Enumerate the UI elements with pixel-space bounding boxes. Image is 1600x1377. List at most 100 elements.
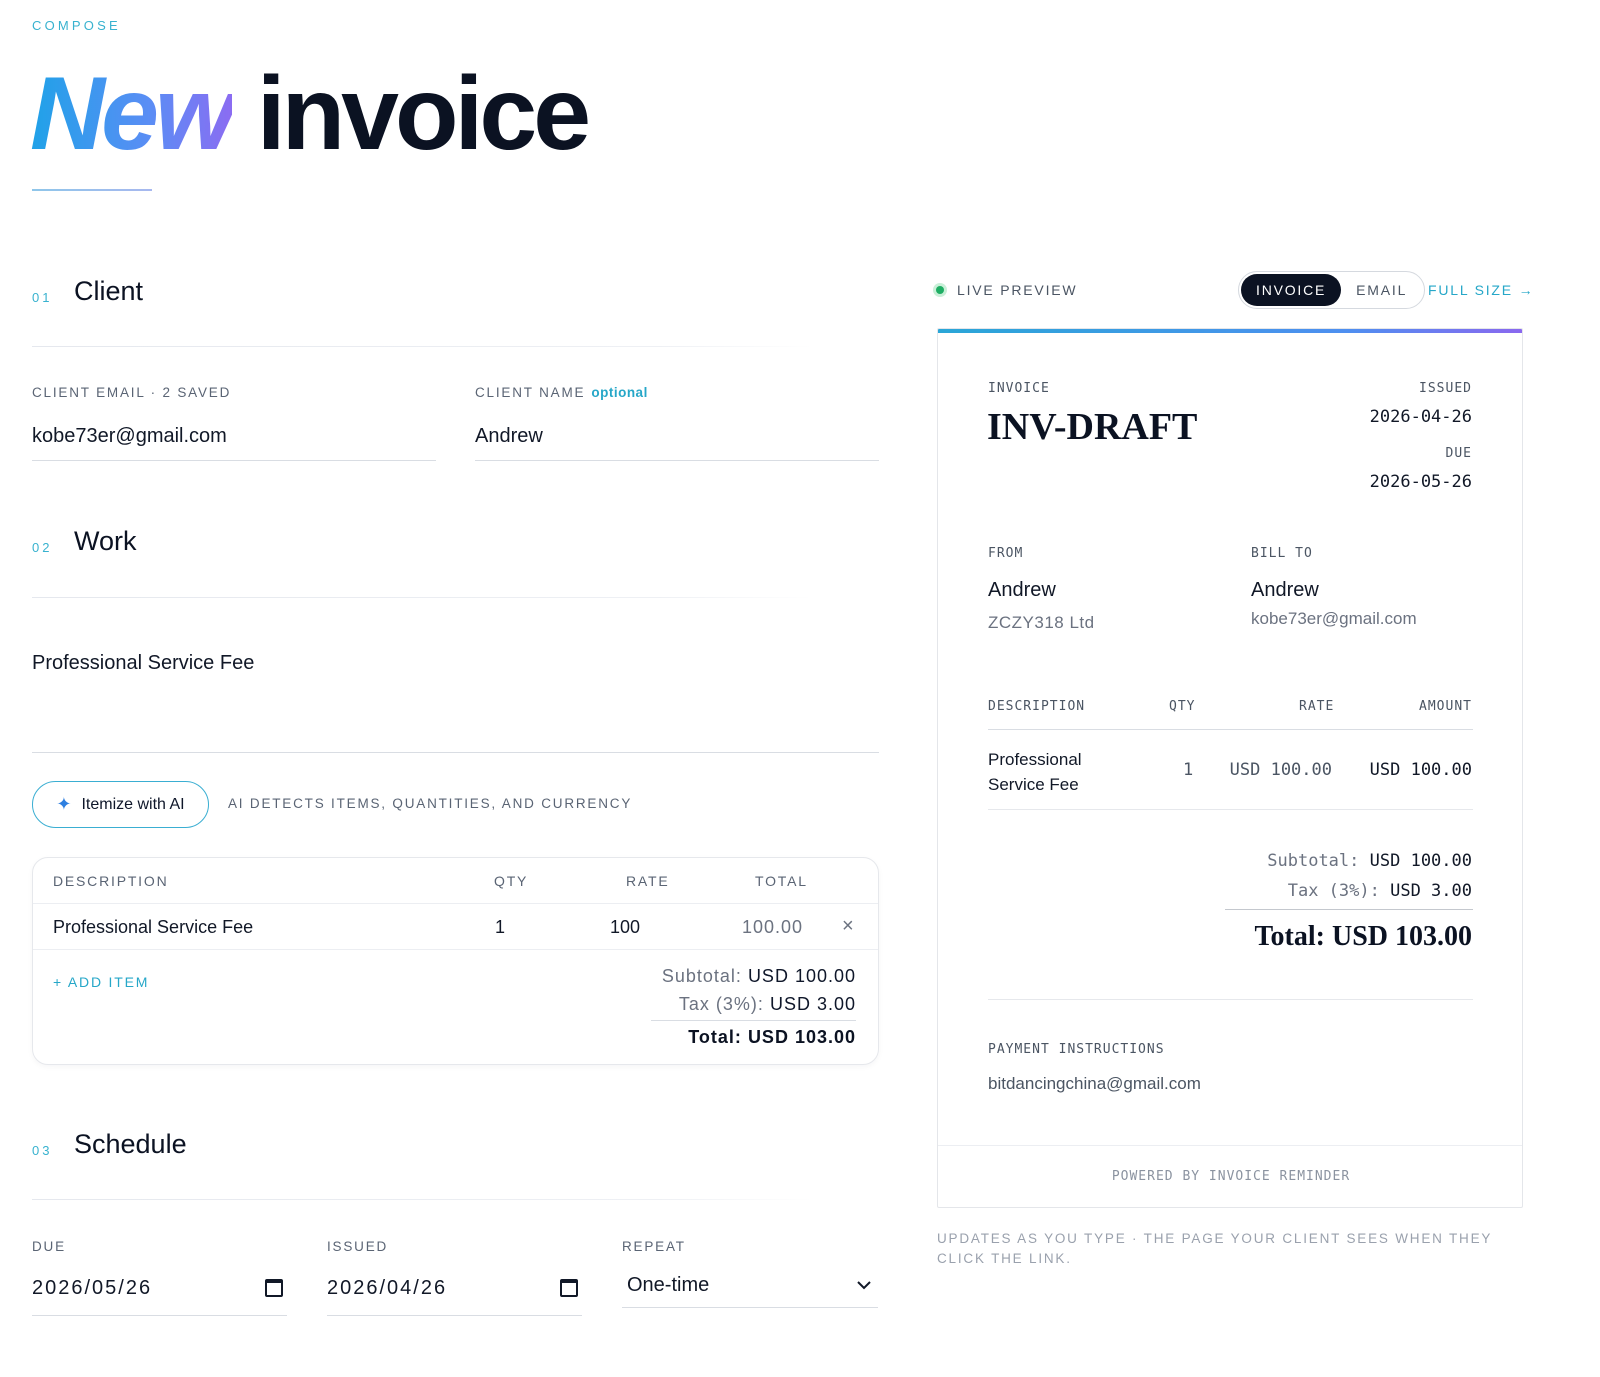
tab-email[interactable]: EMAIL (1341, 274, 1422, 306)
work-description-underline (32, 752, 879, 753)
repeat-select[interactable]: One-time (622, 1274, 878, 1304)
preview-subtotal-value: USD 100.00 (1369, 851, 1472, 871)
preview-row-description-line: Professional (988, 750, 1082, 769)
client-email-underline (32, 460, 436, 461)
line-item-total: 100.00 (741, 917, 803, 937)
col-header-description: DESCRIPTION (53, 873, 169, 889)
preview-row-description: Professional Service Fee (988, 747, 1082, 797)
due-label: DUE (32, 1239, 66, 1254)
calendar-icon[interactable] (560, 1279, 578, 1297)
totals-divider (651, 1020, 856, 1021)
subtotal-label: Subtotal: (661, 966, 742, 986)
client-email-label: CLIENT EMAIL · 2 SAVED (32, 385, 232, 400)
preview-row-description-line: Service Fee (988, 775, 1079, 794)
preview-billto-email: kobe73er@gmail.com (1251, 609, 1417, 628)
work-description-textarea[interactable]: Professional Service Fee (32, 652, 879, 752)
preview-payment-value: bitdancingchina@gmail.com (988, 1074, 1201, 1093)
live-preview-label: LIVE PREVIEW (957, 282, 1078, 298)
preview-issued-label: ISSUED (1419, 381, 1472, 396)
preview-table-divider (988, 809, 1473, 810)
tax-value: USD 3.00 (769, 994, 856, 1014)
client-email-input[interactable]: kobe73er@gmail.com (32, 425, 436, 448)
chevron-down-icon (857, 1281, 871, 1290)
section-number-client: 01 (32, 290, 53, 305)
due-underline (32, 1315, 287, 1316)
preview-mode-toggle: INVOICE EMAIL (1238, 271, 1426, 309)
preview-from-label: FROM (988, 546, 1024, 561)
line-item-description-input[interactable]: Professional Service Fee (53, 917, 453, 938)
preview-totals-divider (1225, 909, 1473, 910)
preview-from-company: ZCZY318 Ltd (988, 613, 1095, 632)
section-divider (32, 1199, 812, 1200)
preview-row-rate: USD 100.00 (1229, 760, 1332, 780)
tax-label: Tax (3%): (678, 994, 764, 1014)
itemize-ai-button[interactable]: ✦ Itemize with AI (32, 781, 209, 828)
section-title-work: Work (74, 526, 137, 556)
preview-row-amount: USD 100.00 (1369, 760, 1472, 780)
preview-from-name: Andrew (988, 579, 1056, 601)
section-number-work: 02 (32, 540, 53, 555)
preview-due-value: 2026-05-26 (1369, 472, 1472, 492)
page-title: New invoice (30, 62, 591, 166)
line-item-qty-input[interactable]: 1 (495, 917, 555, 938)
page-title-rest: invoice (256, 56, 591, 172)
repeat-label: REPEAT (622, 1239, 686, 1254)
preview-invoice-label: INVOICE (988, 381, 1050, 396)
preview-col-description: DESCRIPTION (988, 699, 1086, 714)
col-header-rate: RATE (626, 873, 670, 889)
due-date-input[interactable]: 2026/05/26 (32, 1277, 287, 1307)
table-divider (33, 949, 878, 950)
preview-footer: POWERED BY INVOICE REMINDER (1111, 1169, 1351, 1184)
preview-payment-label: PAYMENT INSTRUCTIONS (988, 1042, 1165, 1057)
card-subtotal: Subtotal: USD 100.00 (662, 966, 856, 987)
preview-billto-name: Andrew (1251, 579, 1319, 601)
preview-invoice-number: INV-DRAFT (987, 406, 1198, 448)
client-name-input[interactable]: Andrew (475, 425, 879, 448)
preview-tax-value: USD 3.00 (1390, 881, 1472, 901)
preview-note: UPDATES AS YOU TYPE · THE PAGE YOUR CLIE… (937, 1231, 1492, 1266)
preview-subtotal-label: Subtotal: (1267, 851, 1360, 871)
card-tax: Tax (3%): USD 3.00 (679, 994, 856, 1015)
preview-table-divider (988, 729, 1473, 730)
section-divider (32, 597, 812, 598)
preview-tax-label: Tax (3%): (1287, 881, 1380, 901)
sparkle-icon: ✦ (56, 794, 72, 814)
preview-col-qty: QTY (1169, 699, 1196, 714)
table-divider (33, 903, 878, 904)
preview-divider (988, 999, 1473, 1000)
issued-label: ISSUED (327, 1239, 389, 1254)
preview-subtotal: Subtotal: USD 100.00 (1267, 851, 1472, 871)
tab-invoice[interactable]: INVOICE (1241, 274, 1342, 306)
preview-row-qty: 1 (1183, 760, 1194, 780)
full-size-link[interactable]: FULL SIZE → (1428, 282, 1534, 298)
calendar-icon[interactable] (265, 1279, 283, 1297)
optional-tag: optional (591, 385, 648, 400)
preview-billto-label: BILL TO (1251, 546, 1313, 561)
live-indicator-icon (933, 283, 947, 297)
issued-date-value: 2026/04/26 (327, 1277, 448, 1299)
total-label: Total: (688, 1027, 742, 1047)
page-eyebrow: COMPOSE (32, 18, 121, 33)
issued-underline (327, 1315, 582, 1316)
repeat-underline (622, 1307, 878, 1308)
issued-date-input[interactable]: 2026/04/26 (327, 1277, 582, 1307)
title-underline (32, 189, 152, 191)
subtotal-value: USD 100.00 (747, 966, 856, 986)
client-name-label-text: CLIENT NAME (475, 385, 586, 400)
remove-item-icon[interactable]: × (842, 915, 854, 938)
add-item-button[interactable]: + ADD ITEM (53, 974, 149, 990)
preview-col-amount: AMOUNT (1419, 699, 1472, 714)
card-total: Total: USD 103.00 (688, 1027, 856, 1048)
preview-issued-value: 2026-04-26 (1369, 407, 1472, 427)
invoice-preview: INVOICE INV-DRAFT ISSUED 2026-04-26 DUE … (937, 328, 1523, 1208)
repeat-value: One-time (627, 1274, 710, 1296)
preview-total: Total: USD 103.00 (1254, 921, 1472, 952)
ai-hint: AI DETECTS ITEMS, QUANTITIES, AND CURREN… (228, 796, 633, 811)
preview-accent-bar (938, 329, 1522, 333)
client-name-underline (475, 460, 879, 461)
col-header-qty: QTY (494, 873, 529, 889)
preview-col-rate: RATE (1299, 699, 1335, 714)
preview-footer-divider (938, 1145, 1522, 1146)
line-item-rate-input[interactable]: 100 (610, 917, 670, 938)
itemize-ai-label: Itemize with AI (81, 795, 185, 813)
